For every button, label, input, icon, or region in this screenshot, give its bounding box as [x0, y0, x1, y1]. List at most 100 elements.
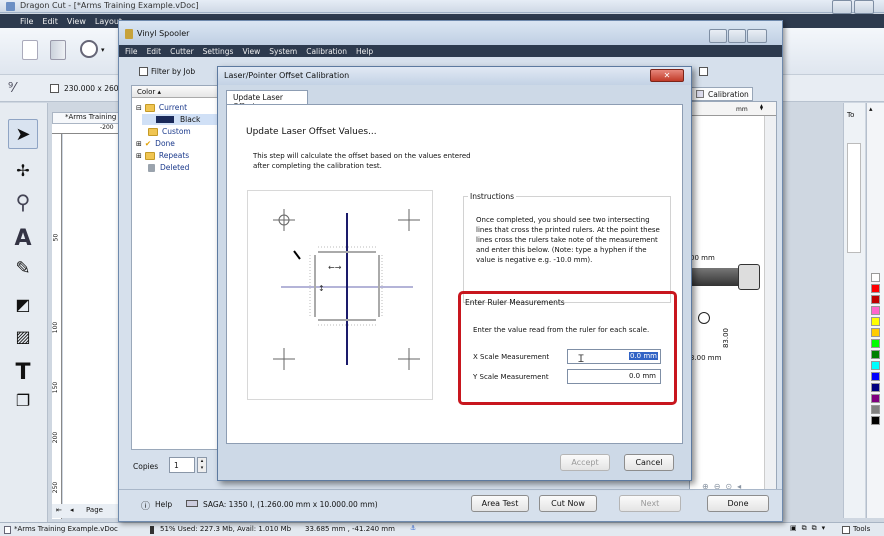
palette-swatch[interactable] — [871, 317, 880, 326]
dropdown-arrow-icon[interactable]: ▾ — [101, 46, 105, 54]
snap-icon[interactable]: ⚓ — [410, 524, 416, 532]
spooler-menu-settings[interactable]: Settings — [203, 47, 234, 56]
spooler-menu-calibration[interactable]: Calibration — [306, 47, 347, 56]
accept-button[interactable]: Accept — [560, 454, 610, 471]
spooler-menu-view[interactable]: View — [242, 47, 260, 56]
expand-icon[interactable]: ⊞ — [136, 140, 142, 148]
tree-item-label: Done — [155, 139, 175, 148]
tree-item-custom[interactable]: Custom — [148, 126, 191, 137]
palette-swatch[interactable] — [871, 339, 880, 348]
image-tool-icon[interactable]: ▨ — [8, 321, 38, 351]
ruler-label: 100 — [52, 321, 60, 334]
tree-item-current[interactable]: ⊟ Current — [136, 102, 187, 113]
filter-checkbox[interactable] — [139, 67, 148, 76]
expand-icon[interactable]: ⊞ — [136, 152, 142, 160]
palette-swatch[interactable] — [871, 306, 880, 315]
preview-scrollbar[interactable] — [764, 116, 776, 496]
new-doc-icon[interactable] — [22, 40, 38, 60]
palette-swatch[interactable] — [871, 350, 880, 359]
ruler-label: -200 — [100, 124, 114, 131]
color-column-header[interactable]: Color ▴ — [132, 86, 220, 98]
palette-swatch[interactable] — [871, 372, 880, 381]
first-page-icon[interactable]: ⇤ — [56, 506, 62, 514]
copies-stepper[interactable]: ▴ ▾ — [197, 457, 207, 473]
spooler-menu-system[interactable]: System — [269, 47, 297, 56]
pen-tool-icon[interactable]: ✎ — [8, 253, 38, 283]
palette-swatch[interactable] — [871, 416, 880, 425]
y-scale-input[interactable]: 0.0 mm — [567, 369, 661, 384]
tree-item-label: Current — [158, 103, 188, 112]
status-tool-icons[interactable]: ▣⧉⧉▾ — [790, 524, 830, 533]
y-scale-value: 0.0 mm — [629, 372, 656, 380]
ruler-scroll-icon[interactable]: ⧫ — [760, 104, 763, 111]
text-frame-icon[interactable]: T — [8, 357, 38, 387]
tools-checkbox[interactable] — [842, 526, 850, 534]
collapse-icon[interactable]: ⊟ — [136, 104, 142, 112]
menu-file[interactable]: File — [20, 17, 33, 26]
ruler-label: 50 — [52, 233, 60, 242]
zoom-icon[interactable]: ⚲ — [8, 187, 38, 217]
select-arrow-icon[interactable]: ➤ — [8, 119, 38, 149]
layers-icon[interactable]: ❐ — [8, 385, 38, 415]
palette-swatch[interactable] — [871, 295, 880, 304]
cutter-roller-icon — [738, 264, 760, 290]
calibration-tab[interactable]: Calibration — [691, 87, 753, 101]
palette-swatch[interactable] — [871, 383, 880, 392]
shape-tool-icon[interactable]: ◩ — [8, 289, 38, 319]
calibration-tab-icon — [696, 90, 704, 98]
palette-swatch[interactable] — [871, 361, 880, 370]
prev-page-icon[interactable]: ◂ — [70, 506, 74, 514]
node-edit-icon[interactable]: ✢ — [8, 155, 38, 185]
palette-swatch[interactable] — [871, 405, 880, 414]
spooler-menu-edit[interactable]: Edit — [147, 47, 162, 56]
copies-value: 1 — [174, 461, 179, 470]
spooler-bottom-bar: ⓘ Help SAGA: 1350 I, (1.260.00 mm x 10.0… — [119, 489, 782, 521]
cancel-button[interactable]: Cancel — [624, 454, 674, 471]
dialog-close-button[interactable]: ✕ — [650, 69, 684, 82]
tab-update-laser-offset[interactable]: Update Laser Offset — [226, 90, 308, 111]
tree-item-black[interactable]: Black — [142, 114, 218, 125]
palette-swatch[interactable] — [871, 328, 880, 337]
x-scale-input[interactable]: Ｉ 0.0 mm — [567, 349, 661, 365]
tree-item-done[interactable]: ⊞ ✔ Done — [136, 138, 175, 149]
tree-item-label: Custom — [162, 127, 191, 136]
palette-swatch[interactable] — [871, 273, 880, 282]
palette-scroll-up-icon[interactable]: ▴ — [869, 105, 873, 113]
node-tool-icon[interactable]: ⁹⁄ — [8, 81, 15, 96]
spooler-minimize-button[interactable] — [709, 29, 727, 43]
library-icon[interactable] — [50, 40, 66, 60]
main-minimize-button[interactable] — [832, 0, 852, 14]
done-button[interactable]: Done — [707, 495, 769, 512]
text-tool-icon[interactable]: A — [8, 223, 38, 253]
palette-swatch[interactable] — [871, 394, 880, 403]
tree-item-repeats[interactable]: ⊞ Repeats — [136, 150, 189, 161]
color-palette: ▴ — [866, 103, 884, 518]
size-lock-checkbox[interactable] — [50, 84, 59, 93]
instructions-text: Once completed, you should see two inter… — [476, 216, 660, 264]
next-button[interactable]: Next — [619, 495, 681, 512]
dialog-intro: This step will calculate the offset base… — [253, 152, 471, 170]
clock-icon[interactable] — [80, 40, 98, 58]
cut-now-button[interactable]: Cut Now — [539, 495, 597, 512]
spooler-menu-cutter[interactable]: Cutter — [170, 47, 194, 56]
copies-input[interactable]: 1 — [169, 457, 195, 473]
dialog-content: Update Laser Offset Values... This step … — [226, 104, 683, 444]
spooler-menu-help[interactable]: Help — [356, 47, 373, 56]
menu-view[interactable]: View — [67, 17, 86, 26]
x-scale-value: 0.0 mm — [629, 352, 658, 360]
spooler-maximize-button[interactable] — [728, 29, 746, 43]
main-restore-button[interactable] — [854, 0, 874, 14]
docker-item-icon[interactable] — [847, 143, 861, 253]
page-label: Page — [86, 506, 103, 514]
area-test-button[interactable]: Area Test — [471, 495, 529, 512]
option-checkbox[interactable] — [699, 67, 708, 76]
help-icon[interactable]: ⓘ — [141, 499, 150, 512]
help-label[interactable]: Help — [155, 500, 172, 509]
menu-edit[interactable]: Edit — [42, 17, 58, 26]
tree-item-deleted[interactable]: Deleted — [148, 162, 189, 173]
spooler-menu-file[interactable]: File — [125, 47, 138, 56]
memory-icon — [150, 526, 154, 534]
x-scale-label: X Scale Measurement — [473, 353, 550, 361]
palette-swatch[interactable] — [871, 284, 880, 293]
spooler-close-button[interactable] — [747, 29, 767, 43]
